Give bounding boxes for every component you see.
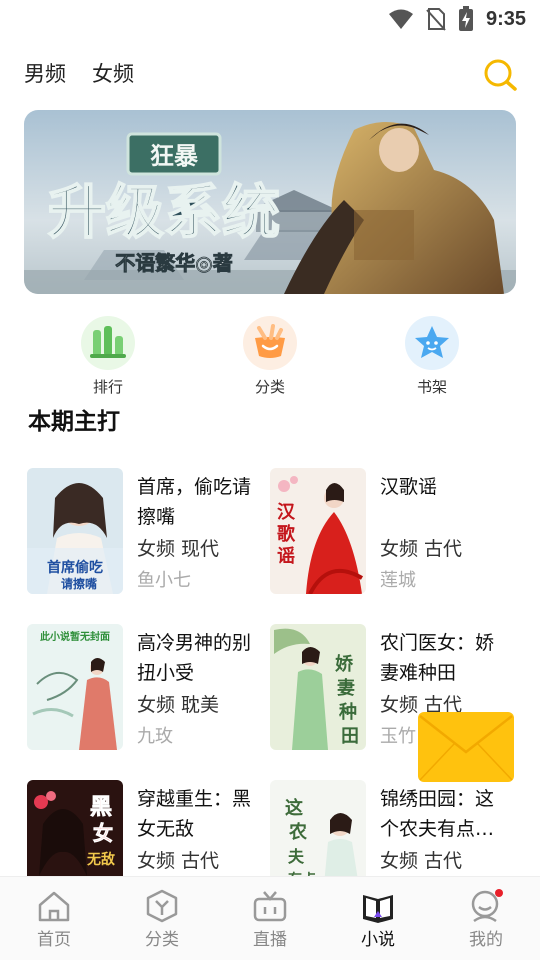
nav-live-label: 直播 bbox=[253, 930, 287, 950]
quick-bookshelf[interactable]: 书架 bbox=[387, 316, 477, 397]
bottom-nav: 首页 分类 直播 小说 我的 bbox=[0, 876, 540, 960]
status-bar: 9:35 bbox=[0, 0, 540, 36]
category-nav-icon bbox=[146, 889, 178, 923]
book-open-icon bbox=[363, 895, 393, 923]
svg-text:请擦嘴: 请擦嘴 bbox=[61, 576, 97, 591]
svg-text:妻: 妻 bbox=[337, 678, 355, 699]
svg-text:种: 种 bbox=[338, 701, 357, 723]
book-meta: 女频 古代 bbox=[380, 850, 463, 872]
svg-text:田: 田 bbox=[341, 726, 359, 747]
search-button[interactable] bbox=[482, 58, 518, 92]
book-cover: 娇 妻 种 田 bbox=[270, 624, 366, 750]
banner-author: 不语繁华◎著 bbox=[115, 251, 232, 275]
banner-image: 狂暴 升级系统 不语繁华◎著 bbox=[24, 110, 516, 294]
svg-text:谣: 谣 bbox=[277, 546, 295, 567]
svg-text:无敌: 无敌 bbox=[86, 851, 115, 868]
svg-text:娇: 娇 bbox=[335, 653, 354, 675]
status-time: 9:35 bbox=[485, 7, 526, 30]
quick-entries: 排行 分类 书架 bbox=[0, 316, 540, 396]
book-title: 高冷男神的别扭小受 bbox=[137, 632, 252, 684]
nav-profile-label: 我的 bbox=[469, 930, 503, 950]
section-title: 本期主打 bbox=[28, 409, 120, 435]
nav-novel-label: 小说 bbox=[361, 930, 395, 950]
floating-mail-button[interactable] bbox=[418, 712, 514, 782]
book-meta: 女频 古代 bbox=[380, 538, 463, 560]
book-title: 汉歌谣 bbox=[380, 476, 438, 498]
banner-badge: 狂暴 bbox=[150, 141, 199, 170]
category-icon bbox=[243, 316, 297, 370]
nav-category-label: 分类 bbox=[145, 930, 179, 950]
book-cover: 汉 歌 谣 bbox=[270, 468, 366, 594]
svg-text:女: 女 bbox=[93, 821, 113, 845]
quick-ranking-label: 排行 bbox=[92, 378, 123, 396]
svg-text:首席偷吃: 首席偷吃 bbox=[47, 559, 103, 576]
svg-text:这: 这 bbox=[285, 797, 303, 819]
profile-icon bbox=[471, 889, 503, 923]
nav-novel[interactable]: 小说 bbox=[338, 889, 418, 950]
book-title: 农门医女：娇妻难种田 bbox=[380, 632, 495, 684]
nav-category[interactable]: 分类 bbox=[122, 889, 202, 950]
battery-charging-icon bbox=[458, 6, 473, 31]
quick-category[interactable]: 分类 bbox=[225, 316, 315, 397]
svg-text:夫: 夫 bbox=[288, 847, 305, 866]
nav-home[interactable]: 首页 bbox=[14, 889, 94, 950]
quick-bookshelf-label: 书架 bbox=[416, 378, 447, 396]
nav-profile[interactable]: 我的 bbox=[446, 889, 526, 950]
quick-ranking[interactable]: 排行 bbox=[63, 316, 153, 397]
book-author: 玉竹 bbox=[380, 726, 416, 747]
svg-text:汉: 汉 bbox=[277, 502, 296, 523]
banner-title: 升级系统 bbox=[48, 178, 280, 246]
tab-female[interactable]: 女频 bbox=[92, 58, 134, 88]
bookshelf-icon bbox=[405, 316, 459, 370]
no-sim-icon bbox=[426, 8, 446, 31]
book-title: 穿越重生：黑女无敌 bbox=[137, 788, 252, 840]
search-icon bbox=[484, 59, 517, 91]
banner-carousel[interactable]: 狂暴 升级系统 不语繁华◎著 bbox=[24, 110, 516, 294]
notification-dot bbox=[495, 889, 503, 897]
book-author: 莲城 bbox=[380, 570, 416, 591]
envelope-icon bbox=[418, 712, 514, 782]
svg-text:歌: 歌 bbox=[277, 523, 296, 545]
nav-live[interactable]: 直播 bbox=[230, 889, 310, 950]
book-card[interactable]: 此小说暂无封面 高冷男神的别扭小受 女频 耽美 九玫 bbox=[27, 624, 267, 752]
book-card[interactable]: 汉 歌 谣 汉歌谣 女频 古代 莲城 bbox=[270, 468, 510, 596]
svg-text:黑: 黑 bbox=[90, 794, 112, 820]
channel-tabs: 男频 女频 bbox=[24, 58, 134, 88]
book-meta: 女频 耽美 bbox=[137, 694, 220, 716]
svg-text:此小说暂无封面: 此小说暂无封面 bbox=[40, 630, 110, 643]
tab-male[interactable]: 男频 bbox=[24, 58, 66, 88]
ranking-icon bbox=[81, 316, 135, 370]
book-cover: 此小说暂无封面 bbox=[27, 624, 123, 750]
status-icons: 9:35 bbox=[388, 6, 526, 32]
book-card[interactable]: 首席偷吃 请擦嘴 首席，偷吃请擦嘴 女频 现代 鱼小七 bbox=[27, 468, 267, 596]
book-title: 首席，偷吃请擦嘴 bbox=[137, 476, 252, 528]
book-title: 锦绣田园：这个农夫有点… bbox=[380, 788, 495, 840]
wifi-icon bbox=[388, 9, 413, 29]
quick-category-label: 分类 bbox=[254, 378, 285, 396]
book-author: 鱼小七 bbox=[137, 570, 191, 591]
live-tv-icon bbox=[253, 891, 287, 922]
nav-home-label: 首页 bbox=[37, 930, 71, 950]
book-cover: 首席偷吃 请擦嘴 bbox=[27, 468, 123, 594]
svg-text:农: 农 bbox=[288, 821, 307, 843]
home-icon bbox=[38, 891, 70, 922]
book-meta: 女频 现代 bbox=[137, 538, 220, 560]
book-meta: 女频 古代 bbox=[137, 850, 220, 872]
book-author: 九玫 bbox=[137, 726, 173, 747]
